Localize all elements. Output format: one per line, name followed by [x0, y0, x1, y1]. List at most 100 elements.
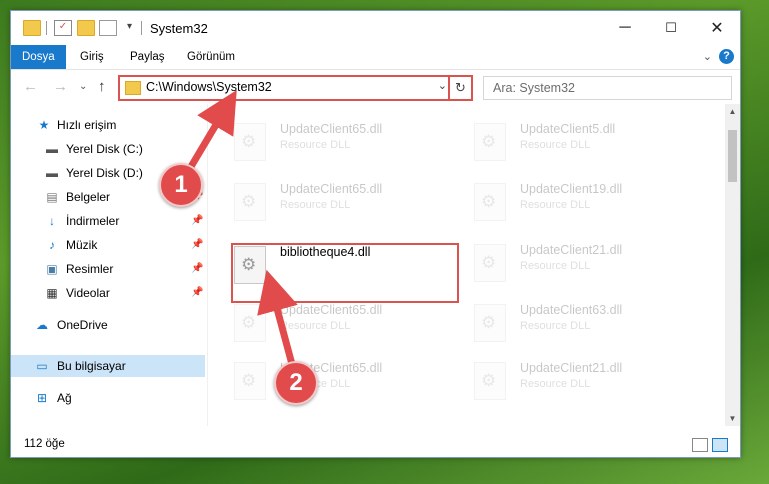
sidebar-item-downloads[interactable]: ↓ İndirmeler 📌 — [11, 210, 205, 232]
folder-icon — [125, 81, 141, 95]
step-badge-2: 2 — [274, 361, 318, 405]
file-name: UpdateClient65.dll — [280, 122, 383, 136]
dll-file-icon — [474, 362, 506, 400]
file-item[interactable]: UpdateClient19.dll Resource DLL — [448, 179, 678, 229]
sidebar-item-label: Müzik — [66, 238, 98, 252]
dll-file-icon — [474, 183, 506, 221]
file-item[interactable]: UpdateClient21.dll Resource DLL — [448, 240, 678, 290]
status-bar: 112 öğe — [11, 434, 740, 456]
title-bar: ✓ ▾ System32 ─ ☐ ✕ — [11, 11, 740, 45]
file-item[interactable]: UpdateClient65.dll Resource DLL — [208, 300, 438, 350]
drive-icon: ▬ — [46, 166, 58, 180]
network-icon: ⊞ — [36, 391, 48, 405]
file-type: Resource DLL — [520, 199, 591, 211]
file-type: Resource DLL — [520, 378, 591, 390]
scroll-thumb[interactable] — [728, 130, 737, 182]
search-placeholder: Ara: System32 — [493, 81, 575, 95]
search-input[interactable]: Ara: System32 — [483, 76, 732, 100]
back-icon[interactable]: ← — [23, 78, 38, 95]
dll-file-icon — [474, 123, 506, 161]
highlight-box — [231, 243, 459, 303]
sidebar-item-videos[interactable]: ▦ Videolar 📌 — [11, 282, 205, 304]
close-button[interactable]: ✕ — [694, 11, 740, 45]
documents-icon: ▤ — [46, 190, 58, 204]
tiles-view-icon[interactable] — [712, 438, 728, 452]
sidebar-item-music[interactable]: ♪ Müzik 📌 — [11, 234, 205, 256]
dll-file-icon — [234, 362, 266, 400]
view-options-icon[interactable] — [99, 20, 117, 36]
dll-file-icon — [234, 304, 266, 342]
pin-icon[interactable]: 📌 — [191, 215, 203, 226]
sidebar-item-label: Yerel Disk (D:) — [66, 166, 143, 180]
file-name: UpdateClient65.dll — [280, 303, 383, 317]
sidebar-item-label: Ağ — [57, 391, 72, 405]
pictures-icon: ▣ — [46, 262, 58, 276]
navigation-bar: ← → ⌄ ↑ C:\Windows\System32 ⌄ ↻ Ara: Sys… — [11, 70, 740, 104]
customize-qa-icon[interactable]: ▾ — [127, 21, 132, 32]
sidebar-item-label: Resimler — [66, 262, 114, 276]
item-count: 112 öğe — [24, 438, 65, 450]
file-item[interactable]: UpdateClient63.dll Resource DLL — [448, 300, 678, 350]
file-name: UpdateClient63.dll — [520, 303, 623, 317]
file-item[interactable]: UpdateClient65.dll Resource DLL — [208, 358, 438, 408]
minimize-button[interactable]: ─ — [602, 11, 648, 45]
dll-file-icon — [474, 304, 506, 342]
tab-home[interactable]: Giriş — [69, 45, 115, 69]
sidebar-item-label: Belgeler — [66, 190, 111, 204]
vertical-scrollbar[interactable]: ▲ ▼ — [725, 104, 740, 426]
sidebar-item-onedrive[interactable]: ☁ OneDrive — [11, 314, 205, 336]
tab-share[interactable]: Paylaş — [119, 45, 176, 69]
sidebar-item-network[interactable]: ⊞ Ağ — [11, 387, 205, 409]
folder-icon — [23, 20, 41, 36]
tab-file[interactable]: Dosya — [11, 45, 66, 69]
new-folder-icon[interactable] — [77, 20, 95, 36]
sidebar-item-label: Hızlı erişim — [57, 118, 117, 132]
drive-icon: ▬ — [46, 142, 58, 156]
address-path: C:\Windows\System32 — [146, 80, 272, 94]
forward-icon[interactable]: → — [53, 78, 68, 95]
navigation-pane: ★ Hızlı erişim ▬ Yerel Disk (C:) ▬ Yerel… — [11, 104, 205, 426]
chevron-down-icon[interactable]: ⌄ — [438, 79, 447, 92]
maximize-button[interactable]: ☐ — [648, 11, 694, 45]
help-icon[interactable]: ? — [719, 49, 734, 64]
sidebar-item-this-pc[interactable]: ▭ Bu bilgisayar — [11, 355, 205, 377]
download-icon: ↓ — [49, 214, 55, 228]
scroll-up-icon[interactable]: ▲ — [725, 104, 740, 119]
ribbon: Dosya Giriş Paylaş Görünüm ⌄ ? — [11, 45, 740, 70]
expand-ribbon-icon[interactable]: ⌄ — [703, 50, 712, 63]
file-name: UpdateClient65.dll — [280, 182, 383, 196]
separator — [141, 21, 142, 35]
sidebar-item-label: Yerel Disk (C:) — [66, 142, 143, 156]
sidebar-item-disk-c[interactable]: ▬ Yerel Disk (C:) — [11, 138, 205, 160]
sidebar-item-pictures[interactable]: ▣ Resimler 📌 — [11, 258, 205, 280]
star-icon: ★ — [38, 118, 50, 132]
sidebar-item-quick-access[interactable]: ★ Hızlı erişim — [11, 114, 205, 136]
separator — [46, 21, 47, 35]
music-icon: ♪ — [49, 238, 55, 252]
pin-icon[interactable]: 📌 — [191, 239, 203, 250]
refresh-icon: ↻ — [455, 80, 466, 95]
pin-icon[interactable]: 📌 — [191, 287, 203, 298]
file-item[interactable]: UpdateClient5.dll Resource DLL — [448, 119, 678, 169]
up-icon[interactable]: ↑ — [98, 78, 106, 95]
file-type: Resource DLL — [520, 139, 591, 151]
computer-icon: ▭ — [36, 359, 48, 373]
file-name: UpdateClient21.dll — [520, 243, 623, 257]
details-view-icon[interactable] — [692, 438, 708, 452]
file-name: UpdateClient21.dll — [520, 361, 623, 375]
recent-locations-icon[interactable]: ⌄ — [79, 81, 87, 92]
pin-icon[interactable]: 📌 — [191, 263, 203, 274]
file-item[interactable]: UpdateClient21.dll Resource DLL — [448, 358, 678, 408]
step-badge-1: 1 — [159, 163, 203, 207]
file-item[interactable]: UpdateClient65.dll Resource DLL — [208, 179, 438, 229]
sidebar-item-label: İndirmeler — [66, 214, 120, 228]
file-type: Resource DLL — [280, 199, 351, 211]
refresh-button[interactable]: ↻ — [448, 75, 473, 101]
tab-view[interactable]: Görünüm — [176, 45, 246, 69]
address-bar[interactable]: C:\Windows\System32 ⌄ — [118, 75, 454, 101]
file-item[interactable]: UpdateClient65.dll Resource DLL — [208, 119, 438, 169]
properties-icon[interactable]: ✓ — [54, 20, 72, 36]
window-title: System32 — [150, 21, 208, 36]
scroll-down-icon[interactable]: ▼ — [725, 411, 740, 426]
file-type: Resource DLL — [520, 320, 591, 332]
